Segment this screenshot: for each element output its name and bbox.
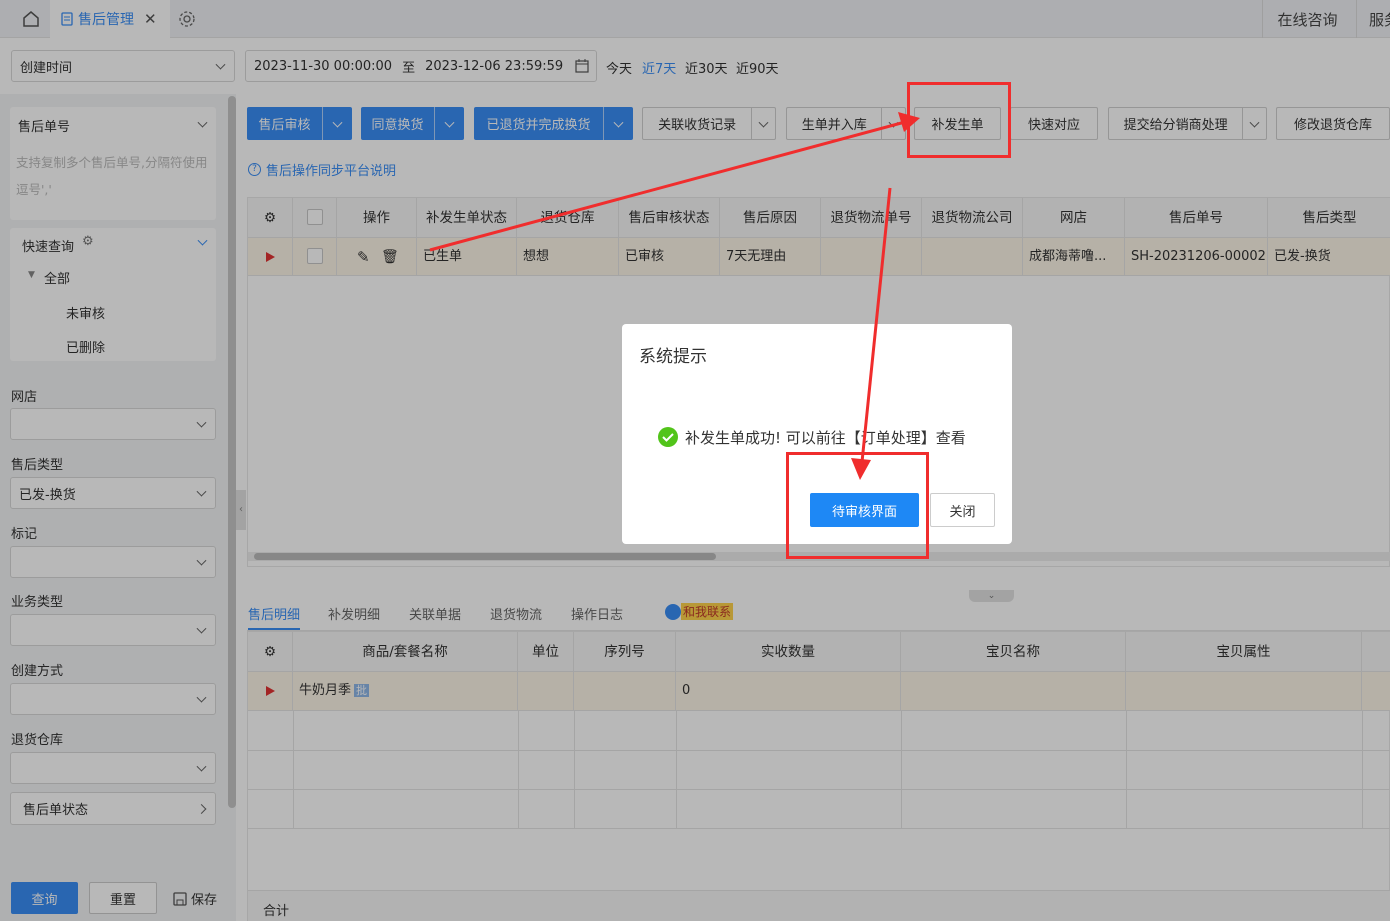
annotation-arrows-icon xyxy=(429,112,920,480)
